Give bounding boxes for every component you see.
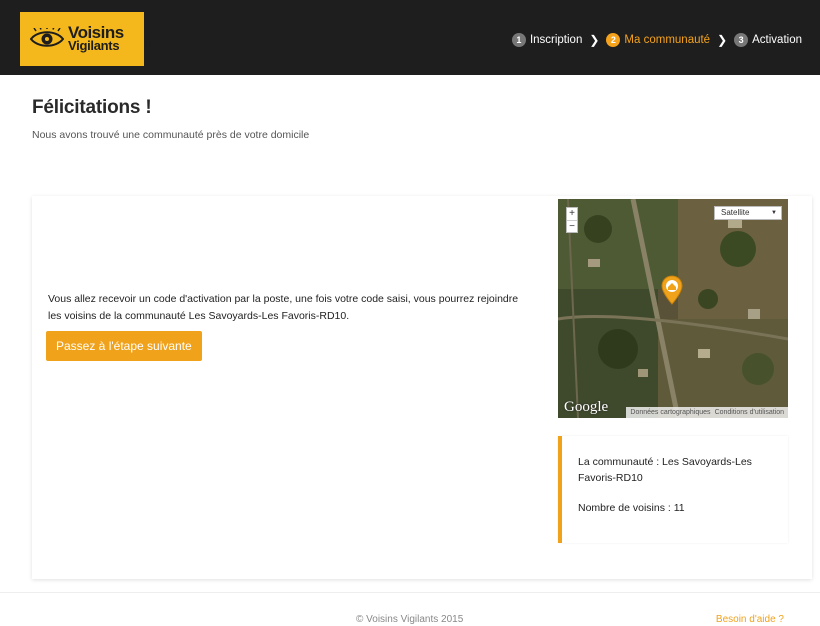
eye-icon	[30, 28, 64, 47]
step-number: 1	[511, 33, 526, 47]
map-type-value: Satellite	[721, 208, 750, 217]
satellite-image	[558, 199, 788, 418]
page-title: Félicitations !	[32, 97, 152, 118]
step-label: Inscription	[529, 34, 583, 46]
step-ma-communaute: 2 Ma communauté	[606, 33, 710, 47]
next-step-button[interactable]: Passez à l'étape suivante	[46, 331, 202, 361]
zoom-out-button[interactable]: −	[567, 220, 577, 232]
logo-line-2: Vigilants	[68, 38, 120, 53]
signup-steps: 1 Inscription ❯ 2 Ma communauté ❯ 3 Acti…	[511, 33, 802, 47]
map-data-link[interactable]: Données cartographiques	[630, 407, 710, 418]
activation-message: Vous allez recevoir un code d'activation…	[48, 293, 519, 322]
step-label: Activation	[752, 34, 802, 46]
step-number: 2	[606, 33, 621, 47]
caret-down-icon: ▼	[771, 210, 777, 216]
neighbor-count: Nombre de voisins : 11	[578, 502, 685, 514]
logo-text: Voisins Vigilants ORG	[68, 24, 152, 53]
help-link[interactable]: Besoin d'aide ?	[716, 614, 784, 625]
community-map[interactable]: + − Satellite ▼ Google Données cartograp…	[558, 199, 788, 418]
step-label: Ma communauté	[624, 34, 711, 46]
logo-org: ORG	[143, 28, 152, 48]
community-info-box: La communauté : Les Savoyards-Les Favori…	[558, 436, 788, 543]
google-logo: Google	[564, 399, 609, 415]
site-logo[interactable]: Voisins Vigilants ORG	[20, 12, 152, 66]
step-activation: 3 Activation	[734, 33, 802, 47]
chevron-right-icon: ❯	[589, 33, 600, 47]
map-attribution: Données cartographiques Conditions d'uti…	[626, 407, 788, 418]
home-marker-icon[interactable]	[661, 275, 683, 305]
step-inscription: 1 Inscription	[511, 33, 583, 47]
copyright-text: © Voisins Vigilants 2015	[356, 614, 464, 625]
step-number: 3	[734, 33, 749, 47]
footer-divider	[0, 592, 820, 593]
community-card: Vous allez recevoir un code d'activation…	[32, 196, 812, 579]
chevron-right-icon: ❯	[717, 33, 728, 47]
zoom-control: + −	[566, 207, 578, 233]
top-header: Voisins Vigilants ORG 1 Inscription ❯ 2 …	[0, 0, 820, 75]
zoom-in-button[interactable]: +	[567, 208, 577, 220]
map-terms-link[interactable]: Conditions d'utilisation	[715, 407, 784, 418]
map-type-select[interactable]: Satellite ▼	[714, 206, 782, 220]
community-name: La communauté : Les Savoyards-Les Favori…	[578, 456, 752, 484]
page-subtitle: Nous avons trouvé une communauté près de…	[32, 129, 310, 141]
